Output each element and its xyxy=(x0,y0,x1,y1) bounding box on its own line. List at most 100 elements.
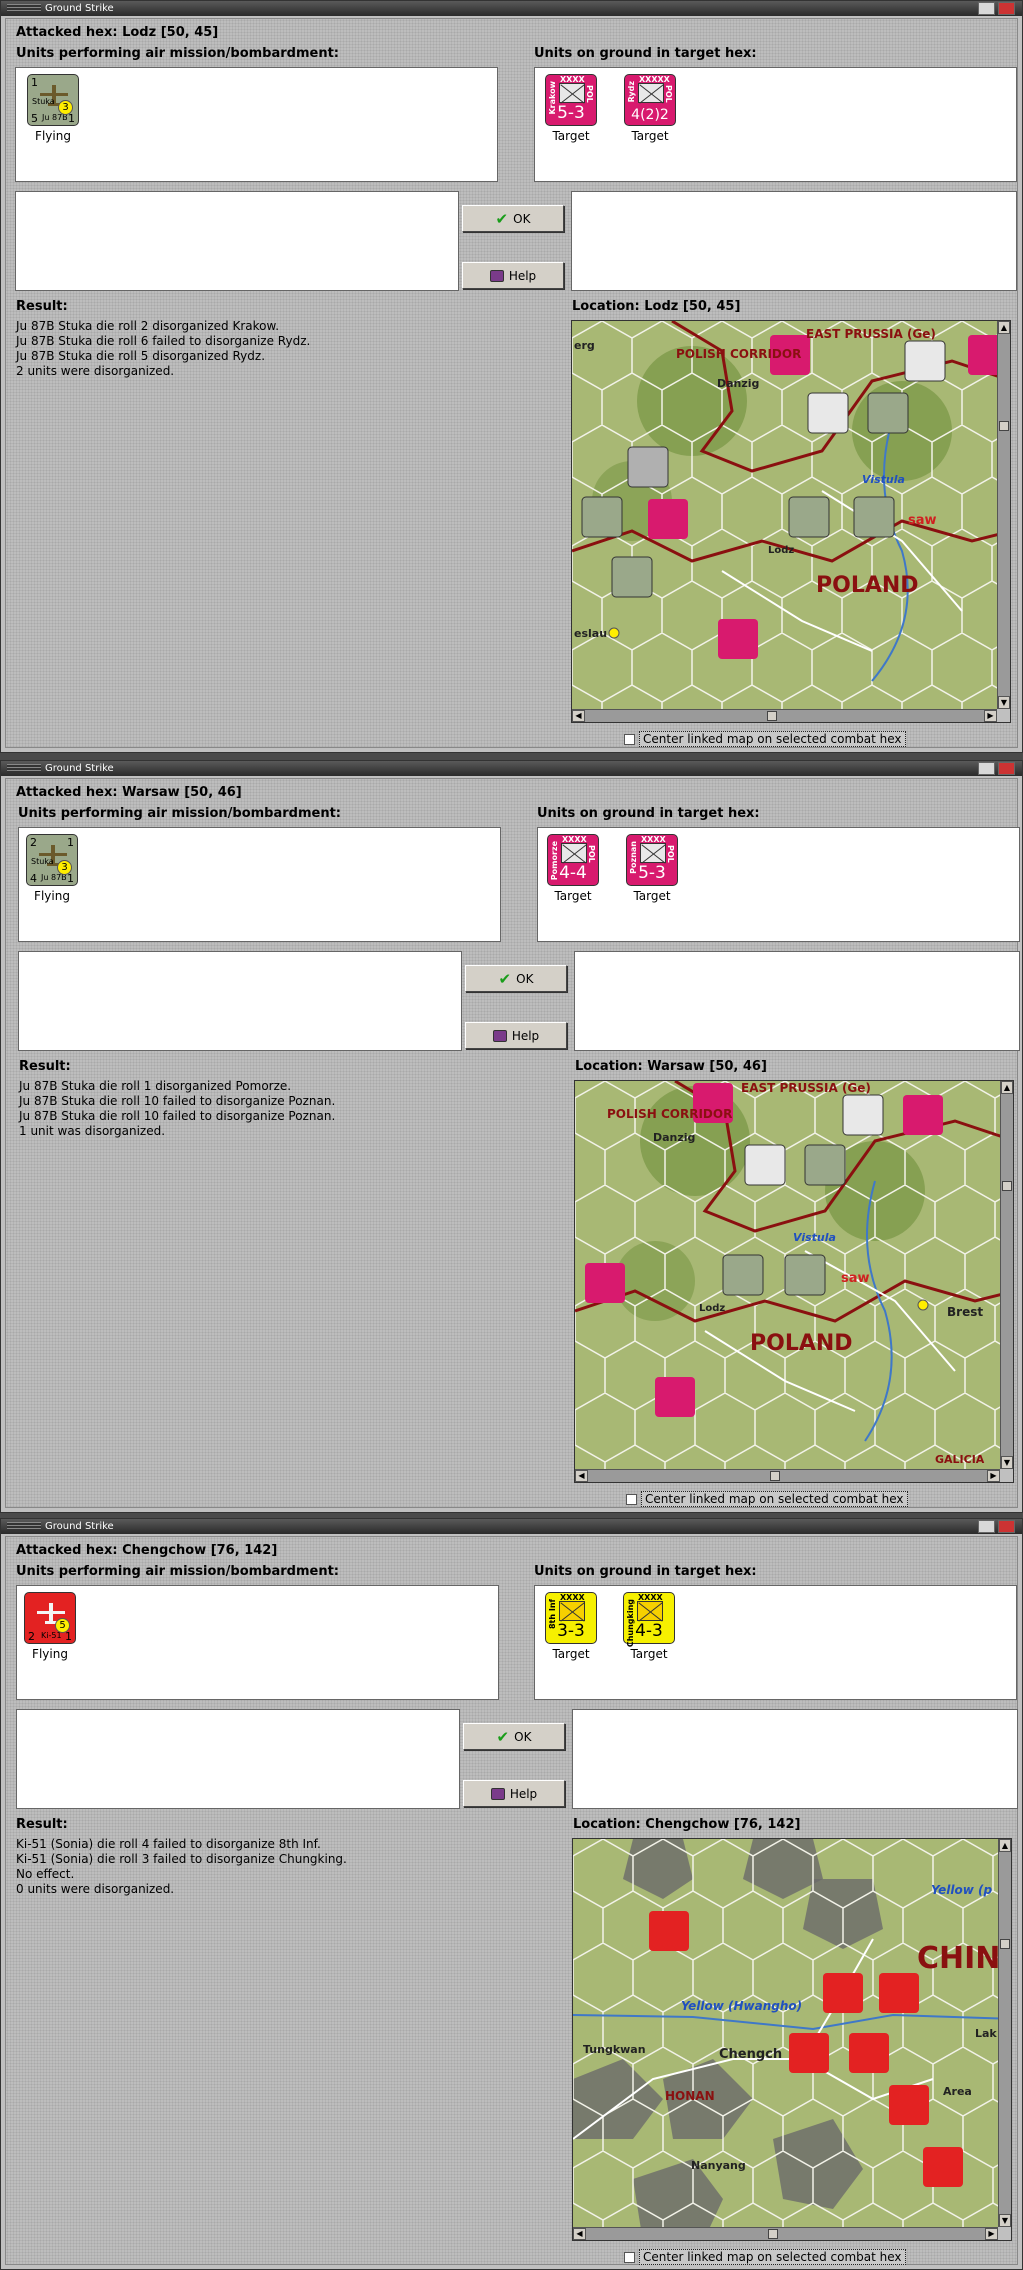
help-button[interactable]: Help xyxy=(465,1022,567,1049)
map-label: Area xyxy=(943,2085,972,2098)
ground-strike-window-1: Ground Strike Attacked hex: Lodz [50, 45… xyxy=(0,0,1023,753)
map-label: Brest xyxy=(947,1305,984,1319)
map-label: Vistula xyxy=(862,473,905,486)
ground-units-box: Pomorze XXXX POL 4-4 Target Poznan XXXX … xyxy=(537,827,1020,942)
air-units-label: Units performing air mission/bombardment… xyxy=(18,806,342,821)
checkbox-box[interactable] xyxy=(624,733,635,745)
title-bar[interactable]: Ground Strike xyxy=(1,761,1022,776)
ground-units-box: 8th Inf XXXX 3-3 Target Chungking XXXX 4… xyxy=(534,1585,1017,1700)
hex-map xyxy=(572,321,1010,722)
mission-circle: 3 xyxy=(57,860,72,875)
window-title: Ground Strike xyxy=(45,3,114,14)
info-box xyxy=(571,191,1017,291)
air-unit-counter[interactable]: 1 Stuka Ju 87B 5 1 3 Flying xyxy=(24,74,82,148)
result-text: Ju 87B Stuka die roll 1 disorganized Pom… xyxy=(19,1079,336,1138)
air-unit-icon: 1 Stuka Ju 87B 5 1 3 xyxy=(27,74,79,126)
air-unit-counter[interactable]: Ki-51 2 1 5 Flying xyxy=(21,1592,79,1666)
center-map-checkbox[interactable]: Center linked map on selected combat hex xyxy=(624,731,906,747)
message-box xyxy=(15,191,459,291)
attacked-hex-label: Attacked hex: Warsaw [50, 46] xyxy=(16,785,242,800)
result-label: Result: xyxy=(19,1059,71,1074)
air-unit-icon: 2 1 Stuka Ju 87B 4 1 3 xyxy=(26,834,78,886)
check-icon: ✔ xyxy=(496,1727,510,1746)
ok-button[interactable]: ✔ OK xyxy=(463,1723,565,1750)
minimize-icon[interactable] xyxy=(978,1520,995,1533)
attacked-hex-label: Attacked hex: Lodz [50, 45] xyxy=(16,25,219,40)
info-box xyxy=(574,951,1020,1051)
map-label: EAST PRUSSIA (Ge) xyxy=(741,1081,871,1095)
linked-map[interactable]: POLISH CORRIDOR EAST PRUSSIA (Ge) Danzig… xyxy=(574,1080,1014,1483)
window-title: Ground Strike xyxy=(45,763,114,774)
flag-icon[interactable] xyxy=(998,2,1015,15)
ground-strike-window-3: Ground Strike Attacked hex: Chengchow [7… xyxy=(0,1518,1023,2270)
air-units-label: Units performing air mission/bombardment… xyxy=(16,46,340,61)
air-unit-icon: Ki-51 2 1 5 xyxy=(24,1592,76,1644)
help-button[interactable]: Help xyxy=(463,1780,565,1807)
air-unit-status: Flying xyxy=(34,889,70,903)
horizontal-scrollbar[interactable]: ◀ ▶ xyxy=(572,709,997,722)
location-label: Location: Lodz [50, 45] xyxy=(572,299,741,314)
ground-unit-counter[interactable]: Krakow XXXX POL 5-3 Target xyxy=(542,74,600,148)
grip-icon xyxy=(7,4,41,13)
map-label: EAST PRUSSIA (Ge) xyxy=(806,327,936,341)
ground-unit-counter[interactable]: Pomorze XXXX POL 4-4 Target xyxy=(544,834,602,908)
map-label: GALICIA xyxy=(935,1453,985,1466)
dialog-body: Attacked hex: Chengchow [76, 142] Units … xyxy=(5,1536,1018,2265)
help-button[interactable]: Help xyxy=(462,262,564,289)
infantry-icon xyxy=(638,83,664,103)
map-label: POLAND xyxy=(816,573,919,598)
grip-icon xyxy=(7,764,41,773)
ok-button[interactable]: ✔ OK xyxy=(465,965,567,992)
air-unit-status: Flying xyxy=(35,129,71,143)
minimize-icon[interactable] xyxy=(978,2,995,15)
ok-button[interactable]: ✔ OK xyxy=(462,205,564,232)
ground-unit-counter[interactable]: Chungking XXXX 4-3 Target xyxy=(620,1592,678,1666)
infantry-icon xyxy=(559,83,585,103)
check-icon: ✔ xyxy=(495,209,509,228)
map-label: POLISH CORRIDOR xyxy=(676,347,802,361)
infantry-icon xyxy=(640,843,666,863)
vertical-scrollbar[interactable]: ▲ ▼ xyxy=(1000,1081,1013,1469)
window-controls xyxy=(978,1520,1018,1533)
grip-icon xyxy=(7,1522,41,1531)
infantry-icon xyxy=(637,1601,663,1621)
mission-circle: 5 xyxy=(55,1618,70,1633)
ground-unit-counter[interactable]: Poznan XXXX POL 5-3 Target xyxy=(623,834,681,908)
dialog-body: Attacked hex: Warsaw [50, 46] Units perf… xyxy=(5,778,1020,1508)
checkbox-box[interactable] xyxy=(624,2251,635,2263)
location-label: Location: Warsaw [50, 46] xyxy=(575,1059,767,1074)
vertical-scrollbar[interactable]: ▲ ▼ xyxy=(997,321,1010,709)
ground-unit-counter[interactable]: Rydz XXXXX POL 4(2)2 Target xyxy=(621,74,679,148)
ground-unit-counter[interactable]: 8th Inf XXXX 3-3 Target xyxy=(542,1592,600,1666)
title-bar[interactable]: Ground Strike xyxy=(1,1,1022,16)
horizontal-scrollbar[interactable]: ◀ ▶ xyxy=(575,1469,1000,1482)
air-units-label: Units performing air mission/bombardment… xyxy=(16,1564,340,1579)
air-units-box: 2 1 Stuka Ju 87B 4 1 3 Flying xyxy=(18,827,501,942)
map-label: Chengch xyxy=(719,2047,783,2062)
message-box xyxy=(16,1709,460,1809)
ground-unit-icon: Krakow XXXX POL 5-3 xyxy=(545,74,597,126)
ground-unit-caption: Target xyxy=(630,1647,668,1661)
linked-map[interactable]: POLISH CORRIDOR EAST PRUSSIA (Ge) Danzig… xyxy=(571,320,1011,723)
map-label: Danzig xyxy=(717,377,760,390)
flag-icon[interactable] xyxy=(998,1520,1015,1533)
ground-unit-icon: Rydz XXXXX POL 4(2)2 xyxy=(624,74,676,126)
map-label: POLISH CORRIDOR xyxy=(607,1107,733,1121)
vertical-scrollbar[interactable]: ▲ ▼ xyxy=(998,1839,1011,2227)
linked-map[interactable]: Yellow (Hwangho) Yellow (p CHIN Tungkwan… xyxy=(572,1838,1012,2241)
ground-unit-caption: Target xyxy=(554,889,592,903)
book-icon xyxy=(489,269,504,282)
center-map-checkbox[interactable]: Center linked map on selected combat hex xyxy=(624,2249,906,2265)
infantry-icon xyxy=(561,843,587,863)
dialog-body: Attacked hex: Lodz [50, 45] Units perfor… xyxy=(5,18,1018,748)
air-unit-status: Flying xyxy=(32,1647,68,1661)
title-bar[interactable]: Ground Strike xyxy=(1,1519,1022,1534)
book-icon xyxy=(492,1029,507,1042)
map-label: Nanyang xyxy=(691,2159,746,2172)
checkbox-box[interactable] xyxy=(626,1493,637,1505)
air-unit-counter[interactable]: 2 1 Stuka Ju 87B 4 1 3 Flying xyxy=(23,834,81,908)
flag-icon[interactable] xyxy=(998,762,1015,775)
minimize-icon[interactable] xyxy=(978,762,995,775)
center-map-checkbox[interactable]: Center linked map on selected combat hex xyxy=(626,1491,908,1507)
horizontal-scrollbar[interactable]: ◀ ▶ xyxy=(573,2227,998,2240)
